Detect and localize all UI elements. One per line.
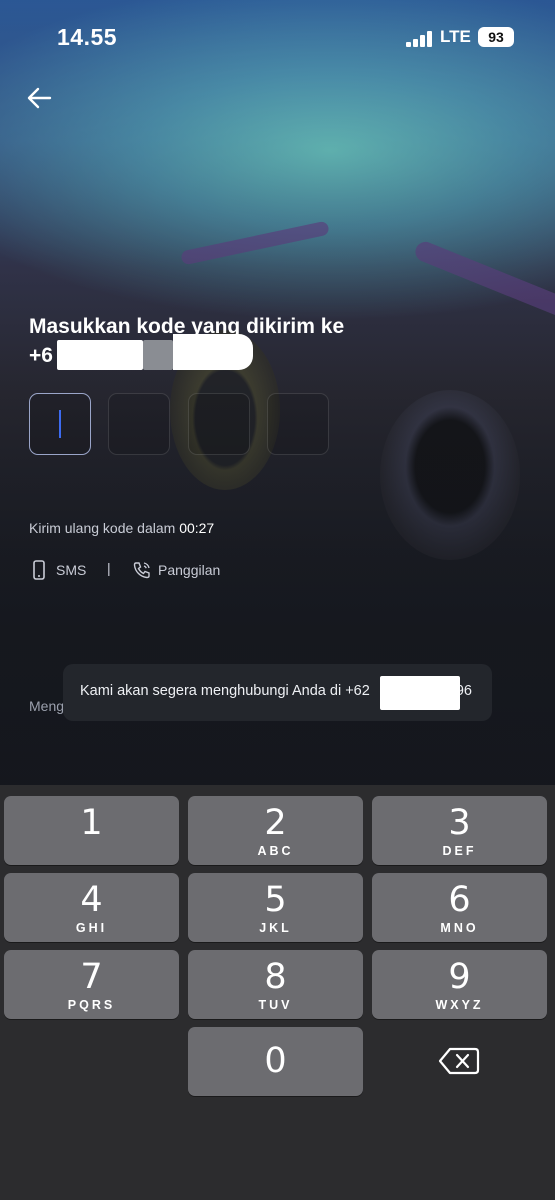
resend-label: Kirim ulang kode dalam <box>29 520 176 536</box>
redacted-phone <box>173 334 253 370</box>
redacted-phone <box>57 340 143 370</box>
otp-digit-2[interactable] <box>108 393 170 455</box>
redacted-phone <box>380 676 460 710</box>
redacted-phone <box>143 340 173 370</box>
network-type: LTE <box>440 27 471 46</box>
phone-call-icon <box>133 562 150 579</box>
key-5[interactable]: 5 JKL <box>188 873 363 942</box>
sms-label: SMS <box>56 562 87 578</box>
key-4[interactable]: 4 GHI <box>4 873 179 942</box>
phone-icon <box>33 560 45 580</box>
key-7[interactable]: 7 PQRS <box>4 950 179 1019</box>
signal-icon <box>406 31 434 47</box>
backspace-key[interactable] <box>372 1028 547 1095</box>
key-3[interactable]: 3 DEF <box>372 796 547 865</box>
call-label: Panggilan <box>158 562 221 578</box>
back-arrow-icon[interactable] <box>24 82 56 114</box>
resend-countdown: Kirim ulang kode dalam 00:27 <box>29 520 214 536</box>
battery-icon: 93 <box>478 27 514 47</box>
obscured-text: Meng <box>29 698 65 714</box>
call-option[interactable]: Panggilan <box>132 558 220 582</box>
status-bar: 14.55 LTE 93 <box>0 22 555 52</box>
method-separator: | <box>107 560 111 576</box>
toast-notification: Kami akan segera menghubungi Anda di +62… <box>63 664 492 721</box>
otp-digit-3[interactable] <box>188 393 250 455</box>
otp-digit-1[interactable] <box>29 393 91 455</box>
backspace-icon <box>438 1047 480 1075</box>
sms-option[interactable]: SMS <box>29 558 86 582</box>
key-6[interactable]: 6 MNO <box>372 873 547 942</box>
status-time: 14.55 <box>57 24 118 50</box>
key-1[interactable]: 1 <box>4 796 179 865</box>
key-0[interactable]: 0 <box>188 1027 363 1096</box>
key-2[interactable]: 2 ABC <box>188 796 363 865</box>
key-8[interactable]: 8 TUV <box>188 950 363 1019</box>
resend-timer: 00:27 <box>179 520 215 536</box>
otp-digit-4[interactable] <box>267 393 329 455</box>
key-9[interactable]: 9 WXYZ <box>372 950 547 1019</box>
